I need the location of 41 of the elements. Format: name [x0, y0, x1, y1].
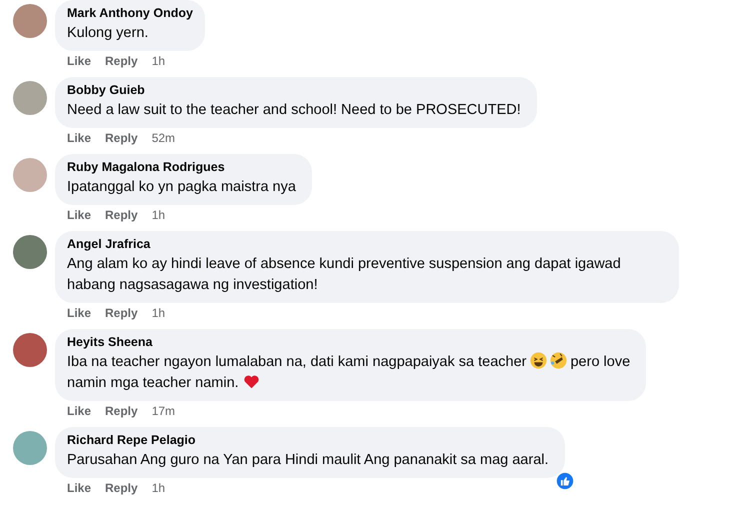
avatar[interactable]: [13, 235, 47, 269]
avatar[interactable]: [13, 81, 47, 115]
like-link[interactable]: Like: [67, 481, 92, 495]
comment-text: Ipatanggal ko yn pagka maistra nya: [67, 179, 296, 195]
comment-text: Kulong yern.: [67, 25, 148, 41]
reply-link[interactable]: Reply: [105, 306, 138, 320]
like-link[interactable]: Like: [67, 131, 92, 145]
laughing-face-icon: [530, 352, 548, 369]
comment-time: 17m: [152, 404, 176, 418]
reply-link[interactable]: Reply: [105, 54, 138, 68]
comment-text: Need a law suit to the teacher and school! Need to be PROSECUTED!: [67, 102, 521, 118]
like-link[interactable]: Like: [67, 208, 92, 222]
comment-time: 1h: [152, 208, 166, 222]
avatar[interactable]: [13, 431, 47, 465]
comment-text: Ang alam ko ay hindi leave of absence kundi preventive suspension ang dapat igawad habang nagsasagawa ng investigation!: [67, 256, 621, 293]
heart-icon: [242, 373, 260, 390]
reply-link[interactable]: Reply: [105, 404, 138, 418]
reply-link[interactable]: Reply: [105, 208, 138, 222]
laughing-tears-face-icon: [550, 352, 568, 369]
comment-time: 1h: [152, 54, 166, 68]
reply-link[interactable]: Reply: [105, 481, 138, 495]
author-name[interactable]: Bobby Guieb: [67, 83, 525, 97]
comment-time: 1h: [152, 306, 166, 320]
author-name[interactable]: Richard Repe Pelagio: [67, 433, 553, 447]
author-name[interactable]: Mark Anthony Ondoy: [67, 6, 193, 20]
author-name[interactable]: Ruby Magalona Rodrigues: [67, 160, 300, 174]
author-name[interactable]: Angel Jrafrica: [67, 237, 667, 251]
comment-text: Iba na teacher ngayon lumalaban na, dati kami nagpapaiyak sa teacher: [67, 354, 526, 370]
like-link[interactable]: Like: [67, 54, 92, 68]
avatar[interactable]: [13, 333, 47, 367]
avatar[interactable]: [13, 4, 47, 38]
comment-text: namin mga teacher namin.: [67, 375, 239, 391]
like-reaction-icon[interactable]: [554, 471, 575, 491]
author-name[interactable]: Heyits Sheena: [67, 335, 634, 349]
comment-time: 52m: [152, 131, 176, 145]
comment-time: 1h: [152, 481, 166, 495]
reply-link[interactable]: Reply: [105, 131, 138, 145]
comment-text: Parusahan Ang guro na Yan para Hindi maulit Ang pananakit sa mag aaral.: [67, 452, 549, 468]
comment-text: pero love: [570, 354, 630, 370]
like-link[interactable]: Like: [67, 306, 92, 320]
like-link[interactable]: Like: [67, 404, 92, 418]
